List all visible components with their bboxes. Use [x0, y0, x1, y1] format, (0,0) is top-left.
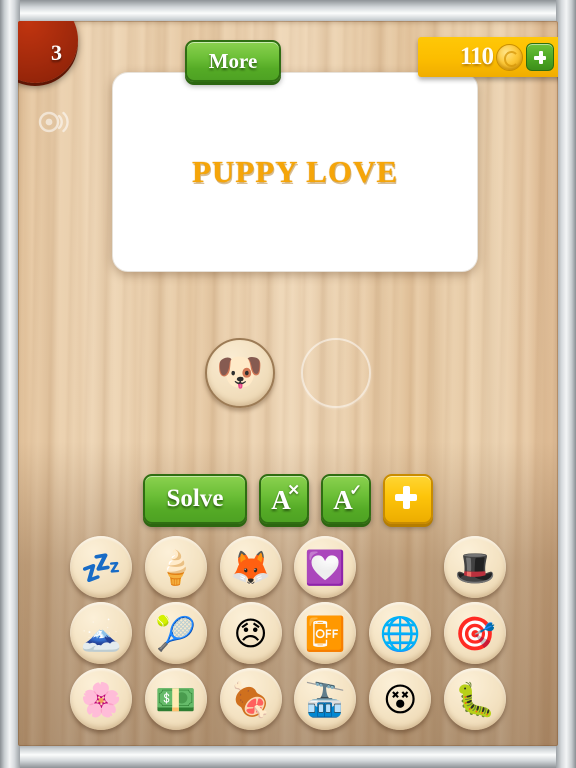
add-hint-button[interactable] [383, 474, 433, 524]
mount-fuji-icon: 🗻 [80, 613, 122, 653]
more-button[interactable]: More [185, 40, 281, 82]
action-bar: Solve A ✕ A ✓ [18, 473, 558, 525]
more-button-label: More [208, 48, 258, 73]
emoji-tray-row-3: 🌸 💵 🍖 🚠 😵 🐛 [70, 668, 506, 730]
emoji-tray-row-2: 🗻 🎾 😞 📴 🌐 🎯 [70, 602, 506, 664]
reveal-letter-check-icon: ✓ [349, 482, 362, 499]
sound-on-icon[interactable] [36, 107, 70, 137]
coin-count: 110 [459, 43, 494, 70]
emoji-tile-mount-fuji[interactable]: 🗻 [70, 602, 132, 664]
tennis-racket-icon: 🎾 [155, 613, 197, 653]
emoji-tile-caterpillar-bug[interactable]: 🐛 [443, 668, 506, 730]
direct-hit-target-icon: 🎯 [454, 613, 496, 653]
emoji-tile-dollar-banknote[interactable]: 💵 [144, 668, 207, 730]
heart-decoration-icon: 💟 [304, 547, 346, 587]
mobile-phone-off-icon: 📴 [304, 613, 346, 653]
answer-slot-2[interactable] [301, 338, 371, 408]
reveal-letter-button[interactable]: A ✓ [321, 474, 371, 524]
emoji-tile-aerial-tramway[interactable]: 🚠 [294, 668, 357, 730]
game-board: 3 More 110 PUPPY LOVE � [18, 21, 558, 746]
level-badge[interactable]: 3 [18, 21, 78, 83]
emoji-tile-cherry-blossom[interactable]: 🌸 [70, 668, 132, 730]
solve-button[interactable]: Solve [143, 474, 247, 524]
zzz-sleeping-icon: 💤 [80, 547, 122, 587]
emoji-tile-heart-decoration[interactable]: 💟 [294, 536, 357, 598]
globe-with-meridians-icon: 🌐 [379, 613, 421, 653]
bezel-bottom-edge [0, 744, 576, 768]
dollar-banknote-icon: 💵 [155, 679, 197, 719]
fox-face-icon: 🦊 [230, 547, 272, 587]
emoji-tile-disappointed-face[interactable]: 😞 [219, 602, 282, 664]
emoji-tile-globe-with-meridians[interactable]: 🌐 [369, 602, 432, 664]
emoji-tile-zzz-sleeping[interactable]: 💤 [70, 536, 132, 598]
emoji-tile-tennis-racket[interactable]: 🎾 [144, 602, 207, 664]
answer-slots: 🐶 [18, 338, 558, 410]
emoji-tile-fox-face[interactable]: 🦊 [219, 536, 282, 598]
coin-icon [496, 43, 523, 71]
soft-ice-cream-icon: 🍦 [155, 547, 197, 587]
bezel-left-edge [0, 0, 20, 768]
emoji-tile-top-hat[interactable]: 🎩 [443, 536, 506, 598]
cherry-blossom-icon: 🌸 [80, 679, 122, 719]
top-hat-icon: 🎩 [454, 547, 496, 587]
emoji-tray: 💤 🍦 🦊 💟 🎩 🗻 🎾 😞 📴 🌐 🎯 🌸 💵 🍖 🚠 😵 🐛 [18, 536, 558, 736]
solve-button-label: Solve [166, 485, 224, 512]
aerial-tramway-icon: 🚠 [304, 679, 346, 719]
remove-letters-button[interactable]: A ✕ [259, 474, 309, 524]
emoji-tray-row-1: 💤 🍦 🦊 💟 🎩 [70, 536, 506, 598]
emoji-tile-soft-ice-cream[interactable]: 🍦 [144, 536, 207, 598]
puzzle-phrase: PUPPY LOVE [191, 154, 399, 189]
level-number: 3 [51, 40, 62, 65]
disappointed-face-icon: 😞 [233, 613, 268, 653]
bezel-right-edge [556, 0, 576, 768]
game-screen: 3 More 110 PUPPY LOVE � [0, 0, 576, 768]
emoji-tile-mobile-phone-off[interactable]: 📴 [294, 602, 357, 664]
caterpillar-bug-icon: 🐛 [454, 679, 496, 719]
emoji-tile-dizzy-face[interactable]: 😵 [369, 668, 432, 730]
emoji-tile-meat-on-bone[interactable]: 🍖 [219, 668, 282, 730]
emoji-tile-used-empty [369, 536, 431, 598]
remove-letters-cross-icon: ✕ [287, 482, 300, 499]
meat-on-bone-icon: 🍖 [230, 679, 272, 719]
answer-slot-1[interactable]: 🐶 [205, 338, 275, 408]
add-coins-button[interactable] [526, 43, 554, 71]
puzzle-card: PUPPY LOVE [112, 72, 478, 272]
dizzy-face-icon: 😵 [382, 679, 418, 719]
dog-face-icon: 🐶 [216, 352, 264, 394]
emoji-tile-direct-hit-target[interactable]: 🎯 [443, 602, 506, 664]
coin-bar[interactable]: 110 [417, 37, 558, 77]
